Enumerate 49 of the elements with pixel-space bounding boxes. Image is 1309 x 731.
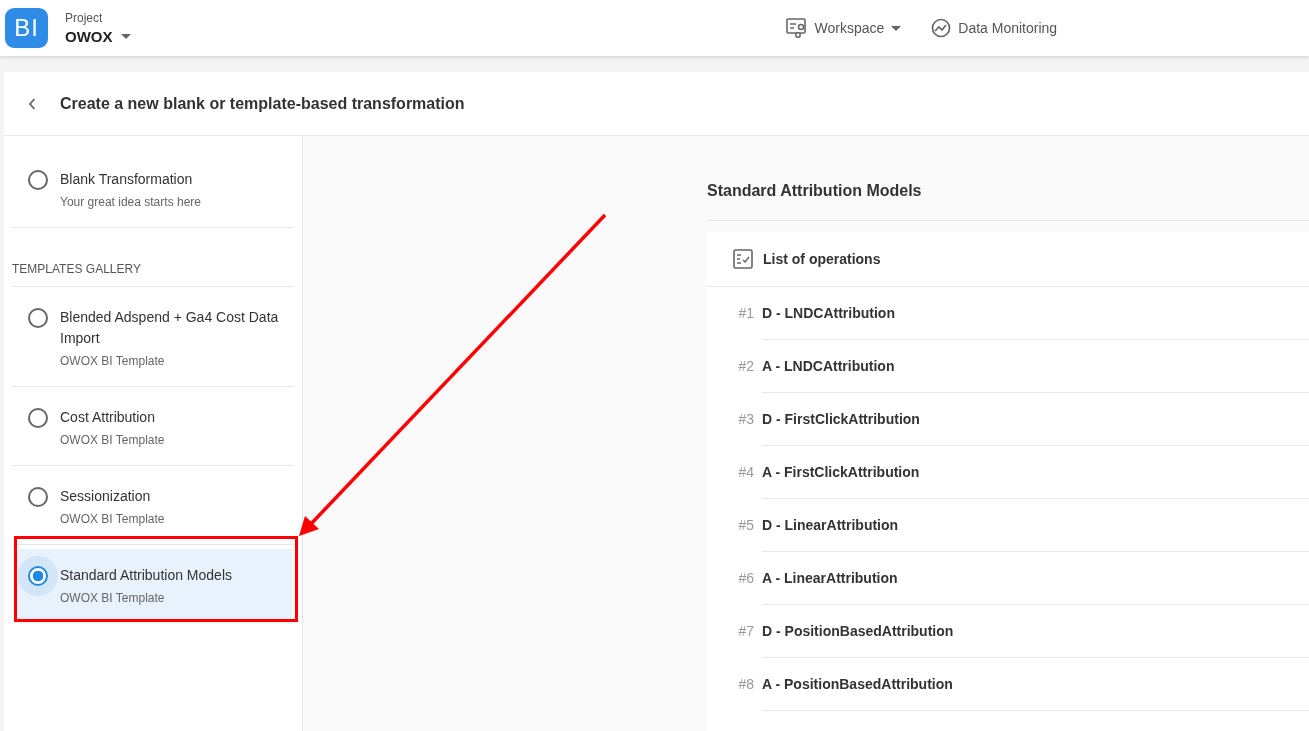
template-option[interactable]: Standard Attribution Models OWOX BI Template [14, 549, 292, 623]
chevron-left-icon [28, 97, 36, 110]
section-heading: TEMPLATES GALLERY [12, 228, 294, 287]
operation-name: A - LinearAttribution [762, 570, 898, 586]
workspace-icon [785, 18, 808, 38]
option-title: Standard Attribution Models [60, 566, 232, 585]
option-title: Sessionization [60, 487, 152, 506]
caret-icon [120, 34, 131, 39]
operation-number: #5 [738, 517, 754, 533]
operation-number: #8 [738, 676, 754, 692]
operation-number: #2 [738, 358, 754, 374]
chart-circle-icon [931, 18, 952, 38]
operation-name: A - LNDCAttribution [762, 358, 895, 374]
option-subtitle: Your great idea starts here [60, 195, 201, 209]
template-option[interactable]: Blended Adspend + Ga4 Cost Data Import OWOX BI Template [12, 287, 294, 387]
operation-number: #1 [738, 305, 754, 321]
operation-name: D - PositionBasedAttribution [762, 623, 954, 639]
radio-button[interactable] [28, 408, 48, 428]
template-option[interactable]: Sessionization OWOX BI Template [12, 466, 294, 545]
template-option[interactable]: Cost Attribution OWOX BI Template [12, 387, 294, 466]
operation-number: #3 [738, 411, 754, 427]
option-title: Blended Adspend + Ga4 Cost Data Import [60, 308, 280, 348]
project-label: Project [65, 11, 104, 25]
template-title: Standard Attribution Models [707, 136, 1309, 221]
option-subtitle: OWOX BI Template [60, 591, 166, 605]
radio-button[interactable] [28, 308, 48, 328]
template-option[interactable]: Blank Transformation Your great idea starts here [12, 136, 294, 228]
option-subtitle: OWOX BI Template [60, 512, 165, 526]
operation-name: A - PositionBasedAttribution [762, 676, 953, 692]
radio-button[interactable] [28, 170, 48, 190]
project-selector[interactable]: OWOX [65, 28, 131, 45]
nav-button[interactable]: Workspace [785, 18, 902, 38]
operation-number: #4 [738, 464, 754, 480]
radio-button[interactable] [28, 487, 48, 507]
operation-name: D - FirstClickAttribution [762, 411, 920, 427]
operation-name: D - LinearAttribution [762, 517, 899, 533]
option-title: Blank Transformation [60, 170, 194, 189]
operation-name: A - FirstClickAttribution [762, 464, 920, 480]
operation-name: D - LNDCAttribution [762, 305, 895, 321]
option-subtitle: OWOX BI Template [60, 354, 166, 368]
operation-number: #6 [738, 570, 754, 586]
operation-number: #7 [738, 623, 754, 639]
checklist-icon [733, 249, 753, 269]
option-subtitle: OWOX BI Template [60, 433, 165, 447]
panel-title: List of operations [763, 251, 881, 267]
option-title: Cost Attribution [60, 408, 156, 427]
back-button[interactable] [28, 97, 38, 110]
page-title: Create a new blank or template-based transformation [60, 94, 465, 113]
nav-button[interactable]: Data Monitoring [931, 18, 1058, 38]
